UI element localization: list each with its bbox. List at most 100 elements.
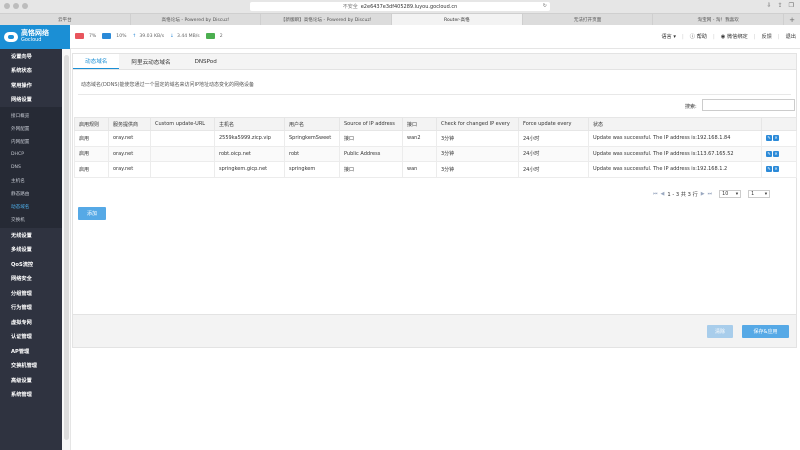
delete-icon[interactable]: ✕: [773, 166, 779, 172]
column-header[interactable]: [761, 117, 797, 131]
clear-button[interactable]: 清除: [707, 325, 733, 338]
browser-tab[interactable]: 无法打开页面: [522, 14, 654, 25]
sidebar-item[interactable]: 行为管理: [0, 301, 62, 316]
delete-icon[interactable]: ✕: [773, 150, 779, 157]
browser-tab[interactable]: Router-高恪: [392, 14, 523, 25]
cell-check: 3分钟: [436, 161, 519, 178]
sidebar-subitem[interactable]: 静态路由: [0, 187, 62, 200]
cell-iface: wan: [402, 161, 437, 178]
sidebar-item[interactable]: 虚拟专网: [0, 315, 62, 330]
sidebar-item[interactable]: 高级设置: [0, 373, 62, 388]
sidebar-item[interactable]: 网络安全: [0, 272, 62, 287]
column-header[interactable]: 主机名: [214, 117, 285, 131]
window-controls: [4, 3, 28, 9]
sidebar-item[interactable]: 分组管理: [0, 286, 62, 301]
sidebar-subitem[interactable]: 接口概览: [0, 109, 62, 122]
tab-2[interactable]: DNSPod: [183, 54, 229, 69]
tabs-overview-icon[interactable]: ❐: [789, 2, 794, 9]
column-header[interactable]: 接口: [402, 117, 437, 131]
logo-en-text: Gocloud: [21, 37, 42, 44]
prev-page-icon[interactable]: ◀: [661, 191, 665, 197]
sidebar-item[interactable]: 无线设置: [0, 228, 62, 243]
page-description: 动态域名(DDNS)能使您通过一个固定的域名来访问IP地址动态变化的网络设备: [81, 82, 255, 88]
sidebar-subitem[interactable]: DNS: [0, 161, 62, 174]
address-bar[interactable]: 不安全 e2e6437e3df405289.luyou.gocloud.cn ↻: [250, 2, 550, 11]
close-window-icon[interactable]: [4, 3, 10, 9]
browser-tab[interactable]: 淘宝网 - 淘！我喜欢: [653, 14, 785, 25]
cell-source: 接口: [339, 161, 403, 178]
browser-tab[interactable]: 高恪论坛 - Powered by Discuz!: [130, 14, 262, 25]
edit-icon[interactable]: ✎: [766, 150, 772, 157]
share-icon[interactable]: ⇪: [778, 2, 783, 9]
main-content: 动态域名 阿里云动态域名 DNSPod 动态域名(DDNS)能使您通过一个固定的域名…: [71, 49, 800, 450]
column-header[interactable]: Custom update-URL: [150, 117, 215, 131]
tab-0[interactable]: 动态域名: [73, 54, 120, 69]
sidebar-item[interactable]: 网络设置: [0, 93, 62, 108]
column-header[interactable]: 状态: [588, 117, 762, 131]
cell-status: Update was successful. The IP address is…: [588, 161, 762, 178]
first-page-icon[interactable]: ⏮: [653, 191, 658, 197]
scrollbar-thumb[interactable]: [64, 55, 69, 440]
logout-link[interactable]: 退出: [786, 33, 796, 40]
ddns-tabs: 动态域名 阿里云动态域名 DNSPod: [73, 54, 796, 70]
column-header[interactable]: Source of IP address: [339, 117, 403, 131]
cell-hostname: 2559ka5999.zicp.vip: [214, 130, 285, 147]
next-page-icon[interactable]: ▶: [701, 191, 705, 197]
download-icon[interactable]: ⇩: [767, 2, 772, 9]
help-icon: ⓘ: [689, 34, 695, 40]
tab-1[interactable]: 阿里云动态域名: [119, 54, 182, 69]
sidebar-item[interactable]: 认证管理: [0, 330, 62, 345]
browser-tab[interactable]: 【新版瞬】高恪论坛 - Powered by Discuz!: [261, 14, 393, 25]
pager: ⏮ ◀ 1 - 3 共 3 行 ▶ ⏭ 10 ▾ 1 ▾: [653, 190, 771, 198]
wechat-icon: ◉: [720, 34, 726, 40]
last-page-icon[interactable]: ⏭: [708, 191, 713, 197]
sidebar-item[interactable]: 交换机管理: [0, 359, 62, 374]
sidebar-subitem[interactable]: 外网配置: [0, 122, 62, 135]
sidebar-subitem[interactable]: 动态域名: [0, 200, 62, 213]
add-button[interactable]: 添加: [78, 207, 106, 220]
row-actions: ✎ ✕: [761, 145, 797, 162]
browser-tab[interactable]: 云平台: [0, 14, 131, 25]
minimize-window-icon[interactable]: [13, 3, 19, 9]
language-menu[interactable]: 语言 ▾: [661, 33, 676, 40]
reload-icon[interactable]: ↻: [543, 3, 547, 9]
edit-icon[interactable]: ✎: [766, 166, 772, 172]
new-tab-icon[interactable]: +: [784, 14, 800, 25]
sidebar-item[interactable]: 设置向导: [0, 49, 62, 64]
sidebar-item[interactable]: 常用操作: [0, 78, 62, 93]
sidebar-subitem[interactable]: DHCP: [0, 148, 62, 161]
chevron-down-icon: ▾: [735, 191, 739, 197]
download-rate-icon: ↓: [170, 33, 174, 39]
cell-custom-url: [150, 130, 215, 147]
page-size-select[interactable]: 10 ▾: [719, 190, 742, 198]
maximize-window-icon[interactable]: [22, 3, 28, 9]
wechat-bind-link[interactable]: ◉ 微信绑定: [721, 33, 748, 40]
help-link[interactable]: ⓘ 帮助: [690, 33, 707, 40]
security-label: 不安全: [342, 4, 358, 10]
edit-icon[interactable]: ✎: [766, 135, 772, 141]
sidebar-item[interactable]: 系统管理: [0, 388, 62, 403]
cloud-logo-icon: [4, 32, 18, 42]
brand-logo[interactable]: 高恪网络 Gocloud: [0, 25, 70, 49]
sidebar-item[interactable]: QoS流控: [0, 257, 62, 272]
ddns-table: 启用规则 服务提供商 Custom update-URL 主机名 用户名 Source o…: [74, 117, 797, 178]
column-header[interactable]: Force update every: [518, 117, 589, 131]
sidebar-subitem[interactable]: 内网配置: [0, 135, 62, 148]
sidebar-item[interactable]: 系统状态: [0, 64, 62, 79]
feedback-link[interactable]: 反馈: [761, 33, 771, 40]
delete-icon[interactable]: ✕: [773, 135, 779, 141]
page-number-select[interactable]: 1 ▾: [748, 190, 771, 198]
sidebar-scrollbar[interactable]: [62, 49, 71, 450]
column-header[interactable]: 服务提供商: [108, 117, 151, 131]
column-header[interactable]: Check for changed IP every: [436, 117, 519, 131]
column-header[interactable]: 启用规则: [74, 117, 109, 131]
save-apply-button[interactable]: 保存&应用: [742, 325, 789, 338]
column-header[interactable]: 用户名: [284, 117, 340, 131]
search-input[interactable]: [702, 99, 795, 111]
sidebar-item[interactable]: 多线设置: [0, 243, 62, 258]
sidebar-item[interactable]: AP管理: [0, 344, 62, 359]
cell-enabled: 启用: [74, 145, 109, 162]
table-row: 启用 oray.net robt.oicp.net robt Public Addres…: [74, 145, 797, 162]
sidebar-subitem[interactable]: 主机名: [0, 174, 62, 187]
sidebar-subitem[interactable]: 交换机: [0, 213, 62, 226]
